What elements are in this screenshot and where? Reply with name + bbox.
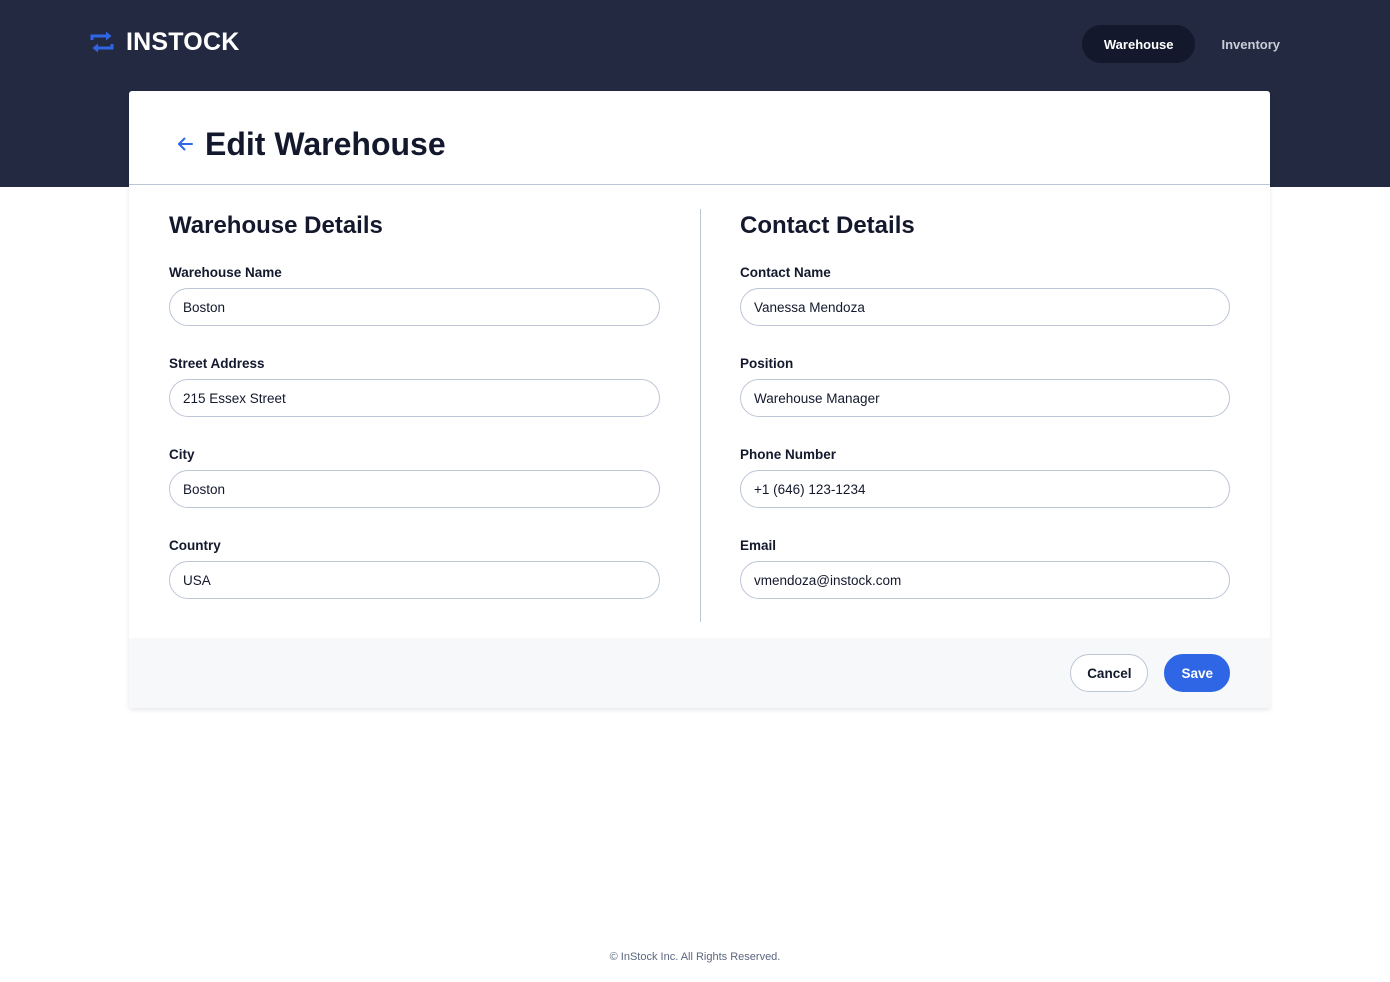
field-street-address: Street Address xyxy=(169,355,660,446)
form-actions: Cancel Save xyxy=(129,638,1270,708)
phone-number-input[interactable] xyxy=(740,470,1230,508)
section-title-contact-details: Contact Details xyxy=(740,212,915,239)
swap-arrows-icon xyxy=(88,28,116,56)
contact-name-input[interactable] xyxy=(740,288,1230,326)
field-label: Country xyxy=(169,538,221,553)
email-input[interactable] xyxy=(740,561,1230,599)
field-country: Country xyxy=(169,537,660,628)
position-input[interactable] xyxy=(740,379,1230,417)
card-header: Edit Warehouse xyxy=(129,91,1270,185)
nav-item-warehouse[interactable]: Warehouse xyxy=(1081,25,1196,63)
edit-warehouse-card: Edit Warehouse Warehouse Details Warehou… xyxy=(129,91,1270,708)
field-position: Position xyxy=(740,355,1230,446)
cancel-button[interactable]: Cancel xyxy=(1070,654,1149,692)
contact-details-section: Contact Details Contact Name Position Ph… xyxy=(740,211,1230,628)
section-divider xyxy=(700,209,701,622)
page-title: Edit Warehouse xyxy=(205,125,446,162)
logo[interactable]: INSTOCK xyxy=(88,26,239,58)
field-email: Email xyxy=(740,537,1230,628)
country-input[interactable] xyxy=(169,561,660,599)
nav-item-inventory[interactable]: Inventory xyxy=(1199,25,1302,63)
main-nav: Warehouse Inventory xyxy=(1081,25,1302,63)
copyright-text: © InStock Inc. All Rights Reserved. xyxy=(609,951,781,963)
field-label: City xyxy=(169,447,195,462)
field-label: Contact Name xyxy=(740,265,831,280)
arrow-left-icon[interactable] xyxy=(175,134,195,154)
field-label: Position xyxy=(740,356,794,371)
logo-text: INSTOCK xyxy=(126,28,240,56)
field-phone-number: Phone Number xyxy=(740,446,1230,537)
field-label: Warehouse Name xyxy=(169,265,282,280)
section-title-warehouse-details: Warehouse Details xyxy=(169,212,383,239)
city-input[interactable] xyxy=(169,470,660,508)
field-label: Phone Number xyxy=(740,447,837,462)
warehouse-name-input[interactable] xyxy=(169,288,660,326)
save-button[interactable]: Save xyxy=(1164,654,1230,692)
field-warehouse-name: Warehouse Name xyxy=(169,264,660,355)
street-address-input[interactable] xyxy=(169,379,660,417)
field-contact-name: Contact Name xyxy=(740,264,1230,355)
field-label: Street Address xyxy=(169,356,265,371)
warehouse-details-section: Warehouse Details Warehouse Name Street … xyxy=(169,211,660,628)
form-body: Warehouse Details Warehouse Name Street … xyxy=(129,185,1270,638)
field-label: Email xyxy=(740,538,777,553)
field-city: City xyxy=(169,446,660,537)
